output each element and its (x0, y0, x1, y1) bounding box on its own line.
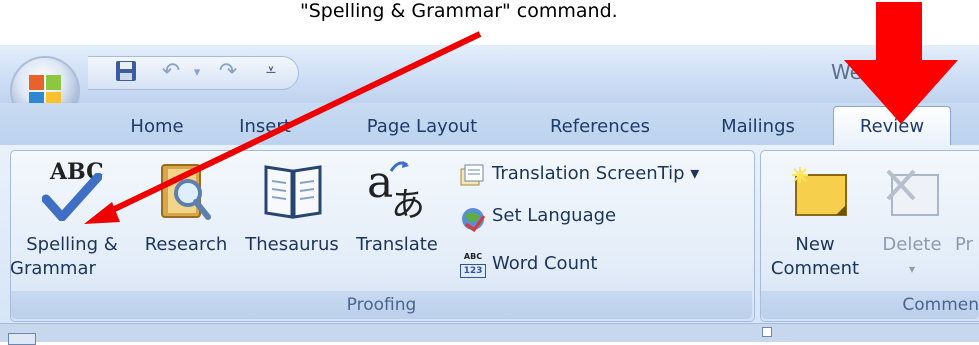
caption-text: "Spelling & Grammar" command. (300, 0, 618, 22)
word-count-icon: ABC 123 (460, 252, 486, 278)
ruler-toggle[interactable] (8, 333, 36, 345)
redo-icon[interactable]: ↷ (215, 59, 241, 85)
translation-screentip-label: Translation ScreenTip ▾ (492, 163, 700, 184)
save-icon[interactable] (113, 59, 139, 85)
tab-review[interactable]: Review (833, 106, 951, 147)
ruler-marker (762, 327, 772, 337)
translate-button[interactable]: a あ Translate (345, 155, 449, 287)
tab-home[interactable]: Home (122, 112, 192, 142)
spelling-label-line1: Spelling & (26, 234, 118, 255)
new-comment-button[interactable]: New Comment (770, 155, 860, 287)
thesaurus-button[interactable]: Thesaurus (242, 155, 342, 287)
set-language-label: Set Language (492, 205, 617, 226)
delete-dropdown-icon[interactable]: ▾ (900, 257, 924, 281)
spelling-label-line2: Grammar (10, 258, 96, 279)
window-title: We w tha (831, 60, 924, 84)
spelling-grammar-button[interactable]: ABC Spelling & Grammar (10, 155, 132, 287)
tab-references[interactable]: References (535, 112, 665, 142)
document-area-strip (0, 323, 979, 342)
undo-icon[interactable]: ↶ (158, 59, 184, 85)
undo-dropdown-icon[interactable]: ▾ (190, 60, 204, 86)
new-comment-icon (792, 167, 847, 216)
spelling-check-icon: ABC (36, 159, 106, 223)
set-language-icon (462, 208, 486, 232)
delete-comment-button[interactable]: Delete ▾ (870, 155, 954, 287)
translation-screentip-button[interactable]: Translation ScreenTip ▾ (456, 160, 752, 192)
research-label: Research (144, 234, 228, 255)
new-comment-label-line2: Comment (770, 258, 860, 279)
tab-page-layout[interactable]: Page Layout (352, 112, 492, 142)
research-icon (161, 164, 211, 220)
delete-comment-icon (886, 169, 939, 216)
set-language-button[interactable]: Set Language (456, 202, 656, 234)
screentip-icon (460, 164, 484, 186)
translate-label: Translate (356, 234, 438, 255)
word-count-label: Word Count (492, 253, 598, 274)
customize-qat-icon[interactable]: ⩡ (258, 58, 284, 84)
tab-insert[interactable]: Insert (230, 112, 300, 142)
proofing-group-label: Proofing (11, 291, 752, 319)
word-count-icon-bottom: 123 (460, 264, 486, 278)
translate-glyph-japanese: あ (391, 185, 425, 225)
word-count-icon-top: ABC (463, 252, 483, 261)
translate-icon: a あ (365, 155, 429, 225)
previous-comment-label[interactable]: Pr (955, 233, 979, 257)
word-count-button[interactable]: ABC 123 Word Count (456, 248, 656, 282)
delete-comment-label: Delete (882, 234, 942, 255)
comments-group-label: Commen (761, 291, 979, 319)
thesaurus-icon (264, 165, 322, 219)
new-comment-label-line1: New (795, 234, 835, 255)
thesaurus-label: Thesaurus (245, 234, 339, 255)
tab-mailings[interactable]: Mailings (708, 112, 808, 142)
research-button[interactable]: Research (138, 155, 234, 287)
